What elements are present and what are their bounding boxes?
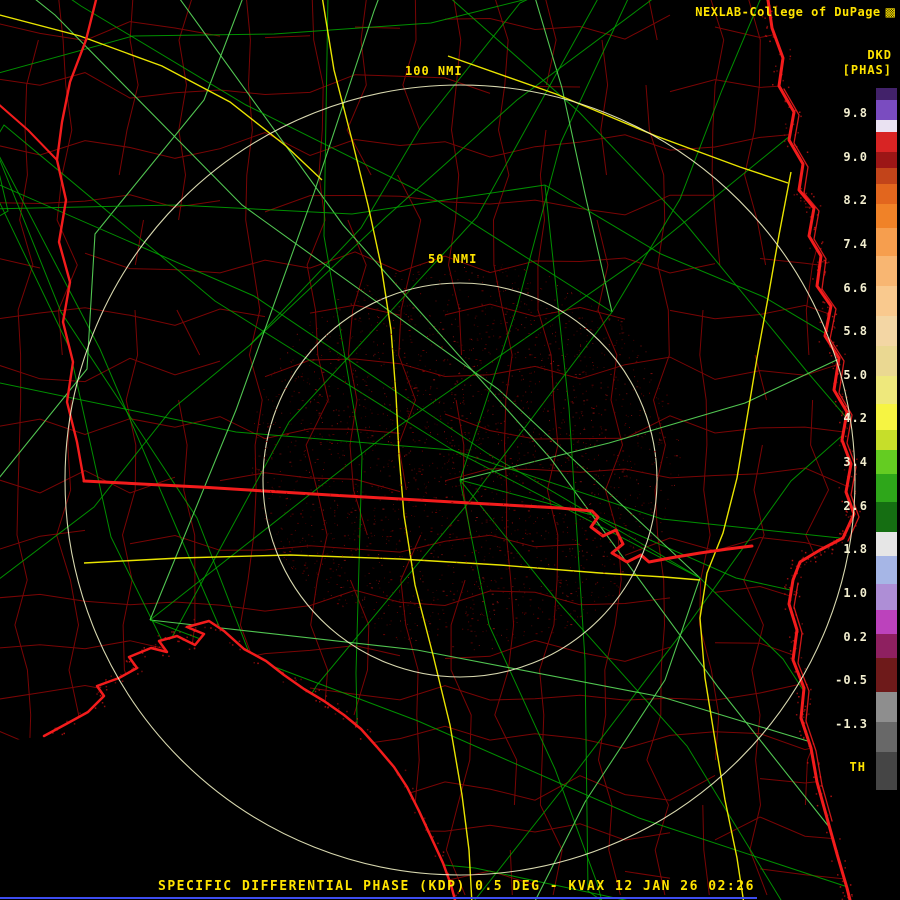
colorbar-tick-label: 6.6	[843, 280, 868, 295]
colorbar-segment	[876, 120, 897, 132]
colorbar	[876, 88, 897, 790]
colorbar-tick-label: 1.0	[843, 586, 868, 601]
colorbar-tick-label: 7.4	[843, 236, 868, 251]
colorbar-tick-label: 8.2	[843, 193, 868, 208]
interstate-highways	[0, 0, 792, 900]
county-boundaries	[0, 0, 854, 895]
colorbar-tick-label: 9.0	[843, 149, 868, 164]
attribution-text: NEXLAB-College of DuPage	[695, 5, 881, 19]
colorbar-segment	[876, 152, 897, 168]
bottom-border-line	[0, 897, 757, 899]
colorbar-tick-label: 5.8	[843, 324, 868, 339]
colorbar-tick-label: -0.5	[835, 673, 868, 688]
range-ring-label-50nmi: 50 NMI	[428, 252, 478, 266]
colorbar-tick-label: 1.8	[843, 542, 868, 557]
colorbar-tick-label: 2.6	[843, 498, 868, 513]
colorbar-segment	[876, 474, 897, 502]
colorbar-segment	[876, 610, 897, 634]
colorbar-tick-label: 5.0	[843, 367, 868, 382]
colorbar-segment	[876, 184, 897, 204]
colorbar-segment	[876, 722, 897, 752]
colorbar-segment	[876, 692, 897, 722]
colorbar-segment	[876, 404, 897, 430]
colorbar-segment	[876, 88, 897, 100]
phase-tag: [PHAS]	[842, 63, 892, 77]
state-borders	[0, 0, 754, 564]
colorbar-segment	[876, 168, 897, 184]
colorbar-tick-label: 9.8	[843, 106, 868, 120]
colorbar-segment	[876, 430, 897, 450]
colorbar-segment	[876, 752, 897, 790]
colorbar-segment	[876, 204, 897, 228]
road-network	[0, 0, 854, 900]
colorbar-tick-label: 0.2	[843, 629, 868, 644]
colorbar-segment	[876, 502, 897, 532]
product-code: DKD	[867, 48, 892, 62]
colorbar-segment	[876, 256, 897, 286]
colorbar-segment	[876, 316, 897, 346]
range-ring-label-100nmi: 100 NMI	[405, 64, 463, 78]
state-line-ga-al	[55, 0, 98, 483]
colorbar-segment	[876, 584, 897, 610]
colorbar-segment	[876, 634, 897, 658]
attribution-row: NEXLAB-College of DuPage ▩	[695, 5, 896, 19]
colorbar-segment	[876, 658, 897, 692]
colorbar-segment	[876, 228, 897, 256]
product-title: SPECIFIC DIFFERENTIAL PHASE (KDP) 0.5 DE…	[158, 879, 755, 894]
colorbar-segment	[876, 132, 897, 152]
cod-logo-icon: ▩	[884, 5, 896, 19]
colorbar-segment	[876, 450, 897, 474]
colorbar-tick-label: 3.4	[843, 455, 868, 470]
highway-i95	[699, 171, 792, 900]
colorbar-segment	[876, 286, 897, 316]
highway-us84	[83, 554, 701, 581]
colorbar-tick-label: 4.2	[843, 411, 868, 426]
radar-display: NEXLAB-College of DuPage ▩ DKD [PHAS] 10…	[0, 0, 900, 900]
coastal-marsh-texture	[51, 5, 861, 900]
colorbar-segment	[876, 376, 897, 404]
colorbar-tick-label: -1.3	[835, 716, 868, 731]
colorbar-segment	[876, 556, 897, 584]
state-line-branch	[0, 104, 58, 161]
highway-i16	[447, 55, 789, 184]
colorbar-segment	[876, 532, 897, 556]
colorbar-threshold-label: TH	[849, 760, 866, 774]
colorbar-segment	[876, 346, 897, 376]
colorbar-segment	[876, 100, 897, 120]
radar-map	[0, 0, 861, 900]
